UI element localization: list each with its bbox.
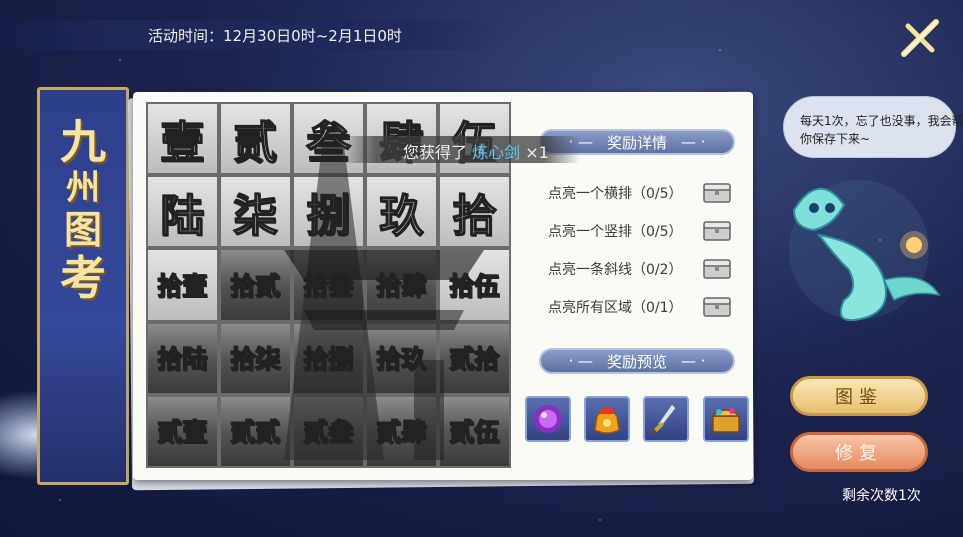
toast-prefix: 您获得了 [403,143,468,162]
grid-cell[interactable]: 拾陆 [146,321,219,395]
grid-cell[interactable]: 拾柒 [219,321,292,395]
grid-cell-label: 拾伍 [449,271,501,302]
treasure-box-icon[interactable] [702,294,732,318]
treasure-box-icon[interactable] [702,218,732,242]
treasure-box-icon[interactable] [702,180,732,204]
grid-cell-label: 贰壹 [157,418,209,449]
grid-cell-label: 贰伍 [449,418,501,449]
reward-preview-header: · — 奖励预览 — · [539,348,735,374]
grid-cell-label: 拾陆 [157,344,209,375]
banner-title: 九 州 图 考 [48,116,118,304]
grid-cell[interactable]: 贰伍 [438,394,511,468]
grid-cell[interactable]: 拾肆 [365,248,438,322]
reward-row-4: 点亮所有区域（0/1） [548,300,683,316]
grid-cell-label: 贰肆 [376,418,428,449]
grid-cell-label: 拾壹 [157,271,209,302]
close-button[interactable] [898,16,942,60]
treasure-box-icon[interactable] [702,256,732,280]
grid-cell[interactable]: 贰拾 [438,321,511,395]
grid-cell[interactable]: 拾伍 [438,248,511,322]
grid-cell-label: 拾肆 [376,271,428,302]
reward-toast-text: 您获得了 炼心剑 ×1 [403,139,549,163]
reward-item-slot[interactable] [703,396,749,442]
grid-cell-label: 拾玖 [376,344,428,375]
grid-cell-label: 玖 [379,190,425,243]
grid-cell[interactable]: 贰贰 [219,394,292,468]
reward-row-3: 点亮一条斜线（0/2） [548,262,683,278]
grid-cell[interactable]: 玖 [365,175,438,249]
toast-count: ×1 [525,143,549,162]
grid-cell[interactable]: 拾捌 [292,321,365,395]
remaining-count: 剩余次数1次 [842,488,921,504]
grid-cell-label: 贰拾 [449,344,501,375]
catalog-button[interactable]: 图鉴 [790,376,928,416]
dragon-mascot-icon [789,180,941,322]
grid-cell-label: 拾 [452,190,498,243]
grid-cell[interactable]: 拾壹 [146,248,219,322]
grid-cell[interactable]: 贰叁 [292,394,365,468]
reward-row-1: 点亮一个横排（0/5） [548,186,683,202]
grid-cell[interactable]: 贰肆 [365,394,438,468]
purple-orb-icon [534,405,562,433]
grid-cell-label: 捌 [306,190,352,243]
banner-char: 九 [60,115,106,169]
grid-cell-label: 拾叁 [303,271,355,302]
repair-button[interactable]: 修复 [790,432,928,472]
grid-cell[interactable]: 拾 [438,175,511,249]
grid-cell[interactable]: 陆 [146,175,219,249]
close-icon [901,19,939,57]
grid-cell-label: 壹 [160,117,206,170]
grid-cell[interactable]: 拾贰 [219,248,292,322]
grid-cell[interactable]: 壹 [146,102,219,176]
reward-preview-title: 奖励预览 [606,352,667,371]
grid-cell[interactable]: 拾玖 [365,321,438,395]
grid-cell-label: 陆 [160,190,206,243]
reward-row-2: 点亮一个竖排（0/5） [548,224,683,240]
grid-cell-label: 柒 [233,190,279,243]
grid-cell-label: 贰贰 [230,418,282,449]
banner-char: 考 [60,251,106,305]
grid-cell[interactable]: 柒 [219,175,292,249]
npc-speech-text: 每天1次，忘了也没事，我会帮你保存下来~ [800,114,963,146]
grid-cell[interactable]: 贰 [219,102,292,176]
grid-cell[interactable]: 贰壹 [146,394,219,468]
reward-details-title: 奖励详情 [606,133,667,152]
dagger-icon [650,403,677,435]
banner-char: 图 [63,207,102,252]
reward-item-slot[interactable] [525,396,571,442]
grid-cell-label: 拾捌 [303,344,355,375]
gold-pouch-icon [594,408,620,434]
banner-char: 州 [66,168,100,208]
grid-cell-label: 贰叁 [303,418,355,449]
title-banner: 九 州 图 考 [37,87,129,485]
grid-cell-label: 拾贰 [230,271,282,302]
reward-item-slot[interactable] [584,396,630,442]
grid-cell[interactable]: 拾叁 [292,248,365,322]
grid-cell-label: 拾柒 [230,344,282,375]
activity-time-text: 活动时间：12月30日0时~2月1日0时 [148,27,402,45]
grid-cell[interactable]: 捌 [292,175,365,249]
reward-item-slot[interactable] [643,396,689,442]
toast-item-name: 炼心剑 [472,143,521,162]
treasure-chest-icon [711,408,741,433]
grid-cell-label: 贰 [233,117,279,170]
